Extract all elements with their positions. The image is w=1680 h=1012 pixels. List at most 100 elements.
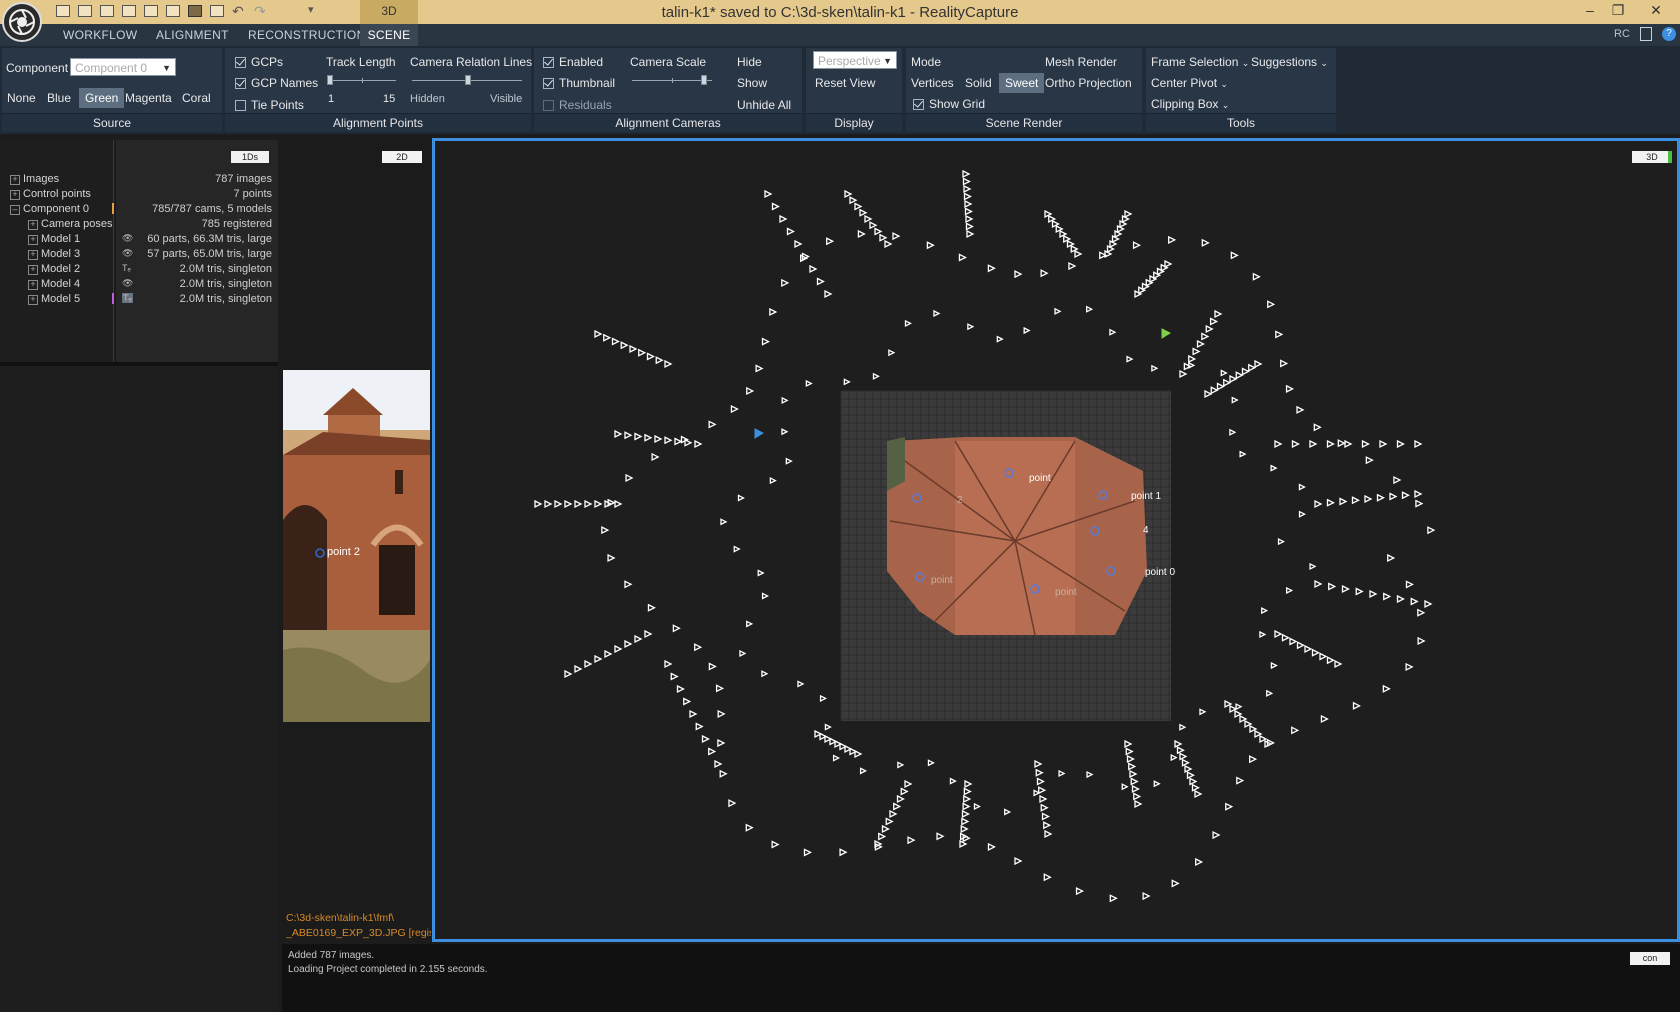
projection-dropdown[interactable]: Perspective ▼: [813, 51, 897, 69]
clipping-box-button[interactable]: Clipping Box ⌄: [1151, 97, 1229, 111]
view-3d-tab[interactable]: 3D: [360, 0, 418, 24]
component-dropdown[interactable]: Component 0 ▼: [70, 58, 176, 76]
camera-frustum: [1376, 493, 1385, 502]
close-button[interactable]: ✕: [1646, 2, 1666, 20]
show-button[interactable]: Show: [737, 76, 767, 90]
tree-control-points[interactable]: + Control points: [10, 187, 91, 202]
tab-workflow[interactable]: WORKFLOW: [63, 28, 137, 42]
1ds-tag[interactable]: 1Ds: [231, 151, 269, 163]
gcp-names-checkbox[interactable]: GCP Names: [235, 76, 318, 90]
thumbnail-checkbox[interactable]: Thumbnail: [543, 76, 615, 90]
scene-canvas[interactable]: point 2 point 1 4 point 0 point point: [435, 141, 1677, 939]
camera-relation-thumb[interactable]: [465, 75, 471, 85]
layout-5-icon[interactable]: [144, 5, 158, 17]
camera-frustum: [1410, 597, 1419, 606]
camera-frustum: [844, 189, 853, 199]
camera-frustum: [966, 229, 975, 239]
ortho-projection-button[interactable]: Ortho Projection: [1045, 76, 1132, 90]
tie-points-checkbox[interactable]: Tie Points: [235, 98, 304, 112]
camera-frustum: [1291, 726, 1300, 735]
minimize-button[interactable]: –: [1580, 2, 1600, 20]
tree-camera-poses[interactable]: + Camera poses: [28, 217, 113, 232]
layout-7-icon[interactable]: [188, 5, 202, 17]
camera-frustum: [1129, 769, 1138, 779]
tree-model-1[interactable]: + Model 1: [28, 232, 80, 247]
layout-6-icon[interactable]: [166, 5, 180, 17]
tree-model-4[interactable]: + Model 4: [28, 277, 80, 292]
layout-8-icon[interactable]: [210, 5, 224, 17]
new-page-icon[interactable]: [1640, 27, 1652, 41]
info-model-1: 60 parts, 66.3M tris, large: [147, 233, 272, 245]
camera-frustum: [961, 809, 970, 819]
church-photo[interactable]: point 2: [283, 370, 430, 722]
camera-frustum: [1352, 701, 1361, 710]
visibility-eye-icon[interactable]: 👁: [122, 233, 133, 244]
camera-frustum: [897, 761, 905, 769]
vertices-button[interactable]: Vertices: [911, 76, 954, 90]
visibility-eye-icon[interactable]: 👁: [122, 248, 133, 259]
3d-tag[interactable]: 3D: [1632, 151, 1672, 163]
color-magenta-button[interactable]: Magenta: [125, 91, 172, 105]
visibility-eye-icon[interactable]: 👁: [122, 278, 133, 289]
gcps-checkbox[interactable]: GCPs: [235, 55, 283, 69]
layout-4-icon[interactable]: [122, 5, 136, 17]
show-grid-checkbox[interactable]: Show Grid: [913, 97, 985, 111]
tab-alignment[interactable]: ALIGNMENT: [156, 28, 229, 42]
track-length-thumb[interactable]: [327, 75, 333, 85]
hide-button[interactable]: Hide: [737, 55, 762, 69]
camera-frustum: [1201, 332, 1210, 341]
camera-scale-thumb[interactable]: [701, 75, 707, 85]
scene-3d-view[interactable]: point 2 point 1 4 point 0 point point: [432, 138, 1680, 942]
camera-frustum: [1142, 891, 1151, 901]
camera-frustum: [1124, 209, 1133, 219]
console-button[interactable]: con: [1630, 952, 1670, 965]
camera-frustum: [1131, 784, 1140, 794]
layout-1-icon[interactable]: [56, 5, 70, 17]
2d-tag[interactable]: 2D: [382, 151, 422, 163]
center-pivot-button[interactable]: Center Pivot ⌄: [1151, 76, 1228, 90]
camera-frustum: [926, 241, 935, 250]
enabled-checkbox[interactable]: Enabled: [543, 55, 603, 69]
reset-view-button[interactable]: Reset View: [815, 76, 875, 90]
camera-frustum: [1109, 239, 1118, 249]
tree-model-5[interactable]: + Model 5: [28, 292, 80, 307]
camera-frustum: [904, 319, 912, 327]
residuals-checkbox[interactable]: Residuals: [543, 98, 612, 112]
frame-selection-button[interactable]: Frame Selection ⌄: [1151, 55, 1249, 69]
camera-frustum: [701, 734, 710, 744]
camera-frustum: [554, 499, 563, 509]
restore-button[interactable]: ❐: [1608, 2, 1628, 20]
redo-icon[interactable]: ↷: [254, 3, 266, 20]
expand-icon: +: [28, 250, 38, 260]
sweet-button[interactable]: Sweet: [999, 73, 1045, 93]
layout-3-icon[interactable]: [100, 5, 114, 17]
app-logo-icon[interactable]: [2, 2, 42, 42]
color-coral-button[interactable]: Coral: [182, 91, 211, 105]
tree-model-3[interactable]: + Model 3: [28, 247, 80, 262]
tab-reconstruction[interactable]: RECONSTRUCTION: [248, 28, 366, 42]
track-length-label: Track Length: [326, 55, 396, 69]
customize-toolbar-icon[interactable]: ▾: [308, 3, 314, 16]
camera-frustum: [733, 545, 741, 553]
texture-icon[interactable]: Tₑ: [122, 293, 133, 303]
suggestions-button[interactable]: Suggestions ⌄: [1251, 55, 1328, 69]
layout-2-icon[interactable]: [78, 5, 92, 17]
tab-scene[interactable]: SCENE: [360, 24, 418, 46]
camera-frustum: [786, 227, 795, 236]
camera-frustum: [965, 222, 974, 231]
solid-button[interactable]: Solid: [965, 76, 992, 90]
tree-component-0[interactable]: – Component 0: [10, 202, 89, 217]
camera-frustum: [1111, 234, 1120, 244]
color-green-button[interactable]: Green: [79, 88, 125, 108]
color-none-button[interactable]: None: [7, 91, 36, 105]
tree-images[interactable]: + Images: [10, 172, 59, 187]
help-icon[interactable]: ?: [1662, 27, 1676, 41]
camera-frustum: [1121, 783, 1129, 791]
camera-frustum: [816, 277, 825, 286]
color-blue-button[interactable]: Blue: [47, 91, 71, 105]
texture-icon[interactable]: Tₑ: [122, 263, 131, 273]
undo-icon[interactable]: ↶: [232, 3, 244, 20]
unhide-all-button[interactable]: Unhide All: [737, 98, 791, 112]
camera-frustum: [819, 694, 828, 702]
tree-model-2[interactable]: + Model 2: [28, 262, 80, 277]
